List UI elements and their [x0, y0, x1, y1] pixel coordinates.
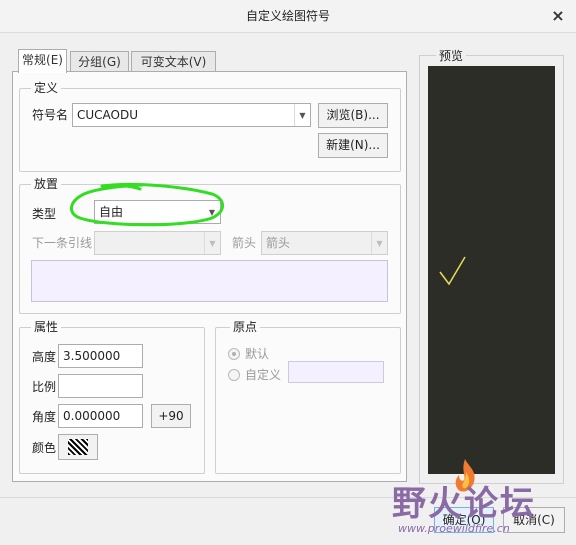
angle-value: 0.000000 [63, 409, 121, 423]
default-radio[interactable] [228, 348, 240, 360]
origin-group-label: 原点 [230, 320, 261, 334]
browse-button[interactable]: 浏览(B)... [318, 103, 388, 128]
scale-input[interactable] [58, 374, 143, 398]
tab-variable-text[interactable]: 可变文本(V) [131, 51, 216, 73]
color-swatch-icon [68, 439, 88, 455]
tab-grouping[interactable]: 分组(G) [70, 51, 129, 73]
definition-group [19, 88, 401, 172]
close-icon[interactable]: × [550, 8, 566, 24]
placement-group-label: 放置 [31, 177, 62, 191]
leader-reference-list[interactable] [31, 260, 388, 302]
type-label: 类型 [32, 207, 57, 221]
scale-label: 比例 [32, 380, 57, 394]
angle-input[interactable]: 0.000000 [58, 404, 143, 428]
preview-group-label: 预览 [436, 49, 467, 63]
default-radio-label: 默认 [245, 347, 270, 361]
window-title: 自定义绘图符号 [245, 9, 330, 23]
tab-general[interactable]: 常规(E) [18, 49, 67, 73]
height-value: 3.500000 [63, 349, 121, 363]
properties-group-label: 属性 [31, 320, 62, 334]
custom-origin-field[interactable] [288, 361, 384, 383]
custom-radio-label: 自定义 [245, 368, 282, 382]
height-label: 高度 [32, 350, 57, 364]
new-button[interactable]: 新建(N)... [318, 133, 388, 158]
chevron-down-icon[interactable]: ▼ [371, 232, 387, 254]
color-label: 颜色 [32, 441, 57, 455]
symbol-name-combobox[interactable]: CUCAODU [72, 103, 311, 127]
angle-label: 角度 [32, 410, 57, 424]
checkmark-symbol-icon [439, 256, 466, 286]
custom-radio[interactable] [228, 369, 240, 381]
arrow-combobox[interactable]: 箭头 [261, 231, 388, 255]
watermark-text: 野火论坛 [392, 484, 536, 524]
arrow-label: 箭头 [232, 236, 257, 250]
definition-group-label: 定义 [31, 81, 62, 95]
height-input[interactable]: 3.500000 [58, 344, 143, 368]
highlight-circle-annotation [70, 182, 224, 227]
color-button[interactable] [58, 434, 98, 460]
chevron-down-icon[interactable]: ▼ [204, 232, 220, 254]
arrow-value: 箭头 [266, 236, 291, 250]
symbol-name-value: CUCAODU [77, 108, 139, 122]
origin-group [215, 327, 401, 474]
symbol-name-label: 符号名 [32, 108, 69, 122]
chevron-down-icon[interactable]: ▼ [294, 104, 310, 126]
next-leader-label: 下一条引线 [32, 236, 93, 250]
plus90-button[interactable]: +90 [151, 404, 191, 428]
watermark-url: www.proewildfire.cn [398, 522, 510, 535]
next-leader-combobox[interactable] [94, 231, 221, 255]
